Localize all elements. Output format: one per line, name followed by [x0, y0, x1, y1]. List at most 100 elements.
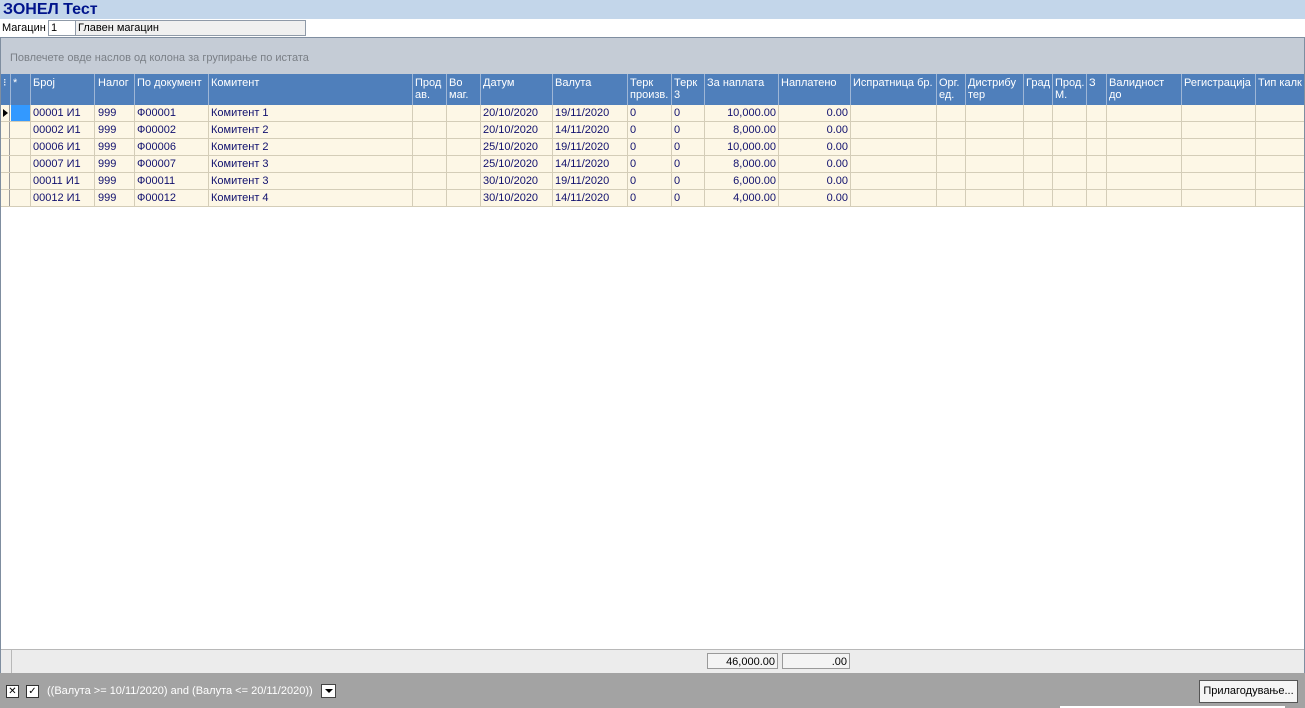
cell-valuta[interactable]: 14/11/2020	[553, 156, 628, 172]
cell-tip-kalk[interactable]	[1256, 139, 1304, 155]
cell-valuta[interactable]: 19/11/2020	[553, 139, 628, 155]
cell-naplateno[interactable]: 0.00	[779, 190, 851, 206]
cell-tip-kalk[interactable]	[1256, 156, 1304, 172]
cell-datum[interactable]: 20/10/2020	[481, 105, 553, 121]
cell-komitent[interactable]: Комитент 3	[209, 173, 413, 189]
column-header-validnost[interactable]: Валидност до	[1107, 74, 1182, 105]
cell-prod-m[interactable]	[1053, 105, 1087, 121]
cell-komitent[interactable]: Комитент 4	[209, 190, 413, 206]
cell-naplateno[interactable]: 0.00	[779, 105, 851, 121]
cell-nalog[interactable]: 999	[96, 105, 135, 121]
cell-naplateno[interactable]: 0.00	[779, 173, 851, 189]
cell-registracija[interactable]	[1182, 173, 1256, 189]
cell-datum[interactable]: 20/10/2020	[481, 122, 553, 138]
cell-ispratnica[interactable]	[851, 190, 937, 206]
cell-broj[interactable]: 00002 И1	[31, 122, 95, 138]
cell-distributer[interactable]	[966, 105, 1024, 121]
cell-prod-m[interactable]	[1053, 156, 1087, 172]
cell-valuta[interactable]: 19/11/2020	[553, 105, 628, 121]
cell-prod-av[interactable]	[413, 156, 447, 172]
cell-valuta[interactable]: 19/11/2020	[553, 173, 628, 189]
cell-grad[interactable]	[1024, 156, 1053, 172]
row-indicator[interactable]	[1, 105, 10, 121]
cell-z[interactable]	[1087, 173, 1107, 189]
cell-prod-av[interactable]	[413, 122, 447, 138]
customize-button[interactable]: Прилагодување...	[1199, 680, 1298, 703]
cell-datum[interactable]: 30/10/2020	[481, 173, 553, 189]
cell-valuta[interactable]: 14/11/2020	[553, 190, 628, 206]
cell-za-naplata[interactable]: 6,000.00	[705, 173, 779, 189]
cell-broj[interactable]: 00006 И1	[31, 139, 95, 155]
cell-terk3[interactable]: 0	[672, 173, 705, 189]
close-icon[interactable]: ✕	[6, 685, 19, 698]
cell-z[interactable]	[1087, 190, 1107, 206]
cell-registracija[interactable]	[1182, 139, 1256, 155]
cell-komitent[interactable]: Комитент 3	[209, 156, 413, 172]
table-row[interactable]: 00001 И1 999 Ф00001 Комитент 1 20/10/2020 19/…	[1, 105, 1304, 122]
cell-validnost[interactable]	[1107, 122, 1182, 138]
cell-grad[interactable]	[1024, 139, 1053, 155]
cell-grad[interactable]	[1024, 173, 1053, 189]
cell-grad[interactable]	[1024, 190, 1053, 206]
column-header-ispratnica[interactable]: Испратница бр.	[851, 74, 937, 105]
cell-registracija[interactable]	[1182, 156, 1256, 172]
cell-org-ed[interactable]	[937, 139, 966, 155]
column-header-grad[interactable]: Град	[1024, 74, 1053, 105]
cell-terk3[interactable]: 0	[672, 122, 705, 138]
cell-ispratnica[interactable]	[851, 156, 937, 172]
column-header-komitent[interactable]: Комитент	[209, 74, 413, 105]
filter-expression[interactable]: ((Валута >= 10/11/2020) and (Валута <= 2…	[47, 685, 313, 697]
cell-terk-proiz[interactable]: 0	[628, 156, 672, 172]
cell-vo-mag[interactable]	[447, 156, 481, 172]
column-header-prod-av[interactable]: Прод ав.	[413, 74, 447, 105]
cell-naplateno[interactable]: 0.00	[779, 156, 851, 172]
cell-distributer[interactable]	[966, 173, 1024, 189]
cell-za-naplata[interactable]: 10,000.00	[705, 105, 779, 121]
row-indicator[interactable]	[1, 139, 10, 155]
column-header-datum[interactable]: Датум	[481, 74, 553, 105]
cell-registracija[interactable]	[1182, 190, 1256, 206]
cell-datum[interactable]: 25/10/2020	[481, 156, 553, 172]
column-header-za-naplata[interactable]: За наплата	[705, 74, 779, 105]
cell-terk-proiz[interactable]: 0	[628, 139, 672, 155]
cell-tip-kalk[interactable]	[1256, 105, 1304, 121]
cell-komitent[interactable]: Комитент 2	[209, 139, 413, 155]
cell-distributer[interactable]	[966, 122, 1024, 138]
column-header-broj[interactable]: Број	[31, 74, 95, 105]
table-row[interactable]: 00002 И1 999 Ф00002 Комитент 2 20/10/2020 14/…	[1, 122, 1304, 139]
cell-ispratnica[interactable]	[851, 122, 937, 138]
cell-po-dok[interactable]: Ф00007	[135, 156, 209, 172]
cell-org-ed[interactable]	[937, 105, 966, 121]
cell-po-dok[interactable]: Ф00006	[135, 139, 209, 155]
cell-ispratnica[interactable]	[851, 105, 937, 121]
cell-nalog[interactable]: 999	[96, 122, 135, 138]
cell-terk3[interactable]: 0	[672, 190, 705, 206]
filter-dropdown-icon[interactable]	[321, 684, 336, 698]
column-header-org-ed[interactable]: Орг. ед.	[937, 74, 966, 105]
cell-za-naplata[interactable]: 8,000.00	[705, 122, 779, 138]
cell-org-ed[interactable]	[937, 190, 966, 206]
cell-prod-av[interactable]	[413, 173, 447, 189]
cell-vo-mag[interactable]	[447, 122, 481, 138]
cell-komitent[interactable]: Комитент 2	[209, 122, 413, 138]
cell-terk3[interactable]: 0	[672, 156, 705, 172]
cell-z[interactable]	[1087, 139, 1107, 155]
table-row[interactable]: 00011 И1 999 Ф00011 Комитент 3 30/10/2020 19/…	[1, 173, 1304, 190]
cell-terk-proiz[interactable]: 0	[628, 122, 672, 138]
column-header-terk3[interactable]: Терк 3	[672, 74, 705, 105]
cell-naplateno[interactable]: 0.00	[779, 139, 851, 155]
table-row[interactable]: 00007 И1 999 Ф00007 Комитент 3 25/10/2020 14/…	[1, 156, 1304, 173]
cell-datum[interactable]: 25/10/2020	[481, 139, 553, 155]
cell-za-naplata[interactable]: 4,000.00	[705, 190, 779, 206]
cell-ispratnica[interactable]	[851, 139, 937, 155]
cell-valuta[interactable]: 14/11/2020	[553, 122, 628, 138]
cell-grad[interactable]	[1024, 122, 1053, 138]
header-indicator[interactable]: ⁝	[1, 74, 11, 105]
cell-distributer[interactable]	[966, 156, 1024, 172]
cell-terk-proiz[interactable]: 0	[628, 173, 672, 189]
row-flag-cell[interactable]	[11, 190, 31, 206]
row-indicator[interactable]	[1, 156, 10, 172]
column-header-registracija[interactable]: Регистрација	[1182, 74, 1256, 105]
cell-nalog[interactable]: 999	[96, 190, 135, 206]
row-indicator[interactable]	[1, 173, 10, 189]
